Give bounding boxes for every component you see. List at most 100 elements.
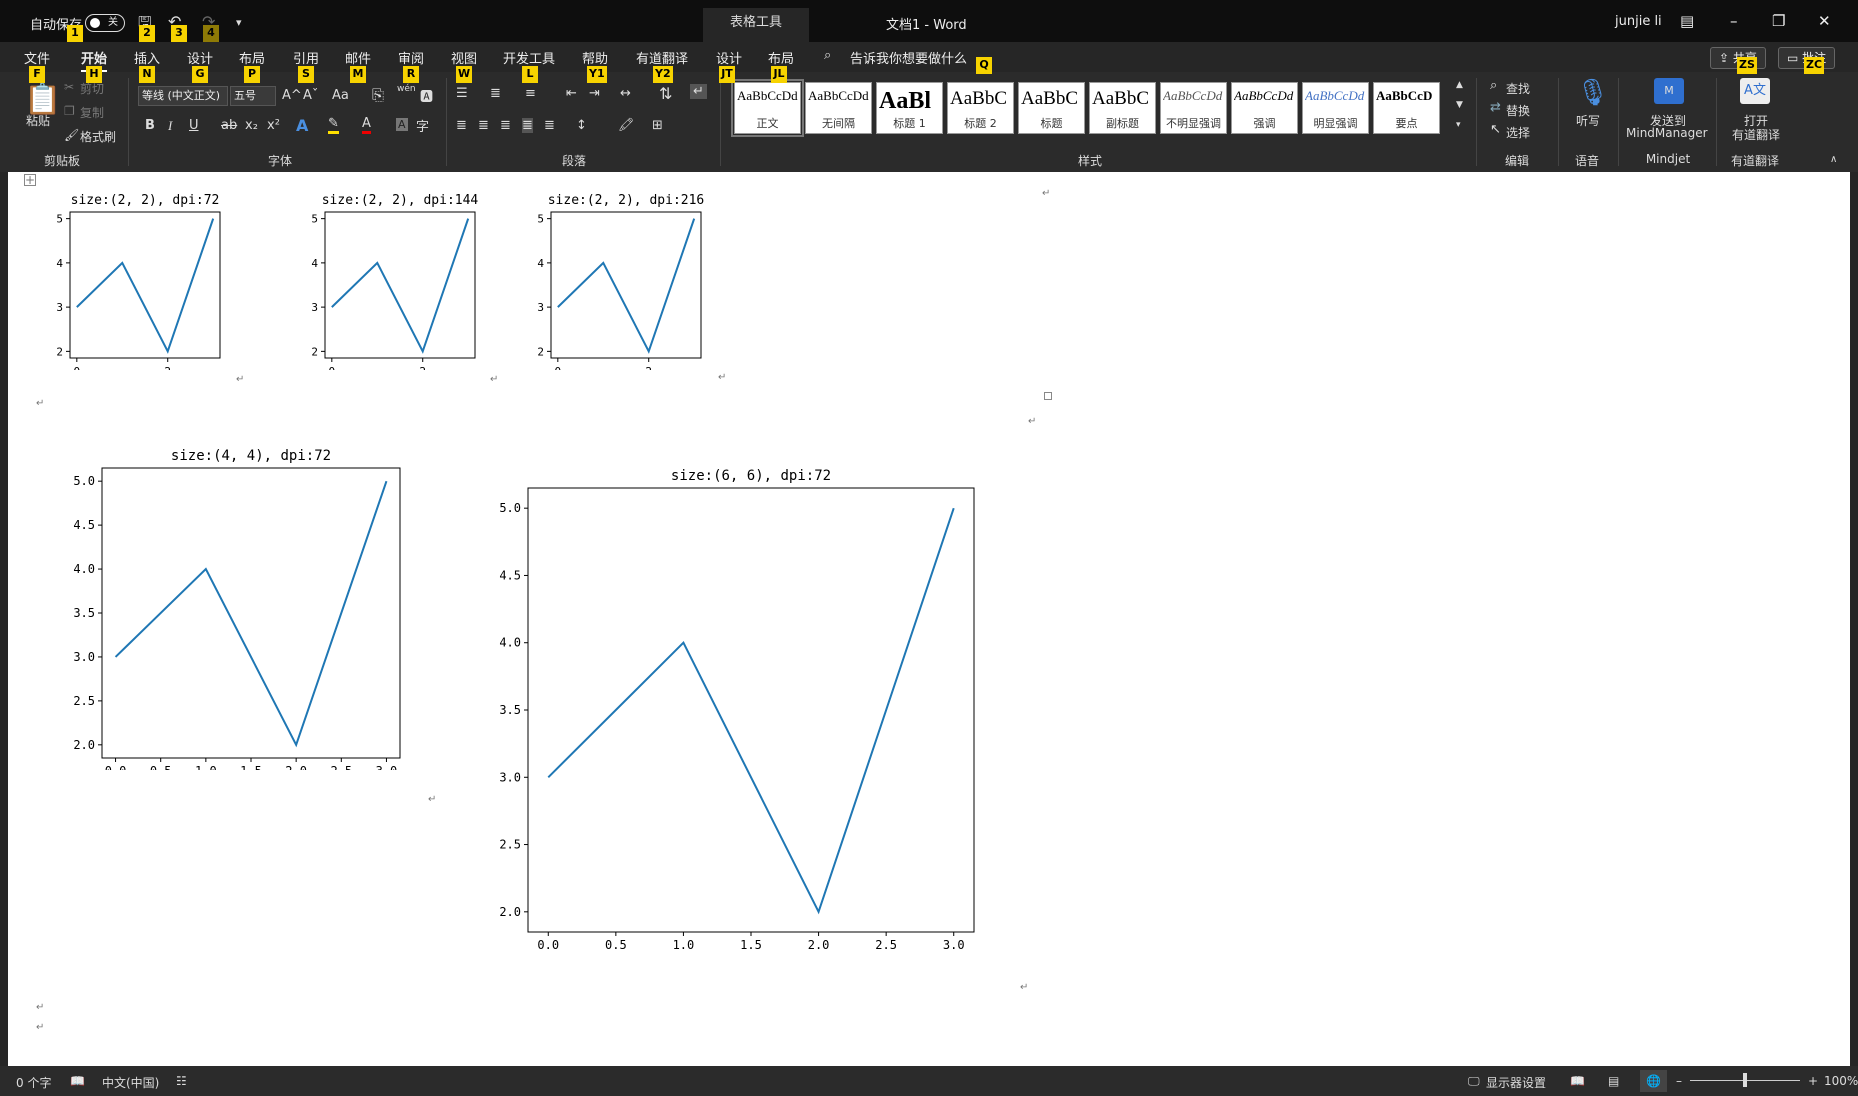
tab-developer[interactable]: 开发工具 [503, 48, 555, 67]
bullets-icon[interactable]: ☰ [456, 86, 468, 101]
copy-button[interactable]: 复制 [80, 104, 104, 121]
align-left-icon[interactable]: ≣ [456, 118, 467, 133]
subscript-icon[interactable]: x₂ [245, 118, 258, 133]
document-canvas[interactable]: + ↵ ↵ ↵ ↵ ↵ ↵ ↵ ↵ ↵ ↵ size:(2, 2), dpi:7… [8, 172, 1850, 1066]
close-icon[interactable]: ✕ [1818, 12, 1831, 30]
sort-icon[interactable]: ⇅ [659, 84, 672, 103]
tab-design[interactable]: 设计 [187, 48, 213, 67]
phonetic-guide-icon[interactable]: wén [397, 84, 416, 94]
align-right-icon[interactable]: ≣ [500, 118, 511, 133]
style-item[interactable]: AaBbCcDd 正文 [731, 79, 804, 137]
proofing-icon[interactable]: 📖 [70, 1074, 85, 1088]
show-marks-icon[interactable]: ↵ [690, 84, 707, 99]
paste-button[interactable]: 粘贴 [26, 112, 50, 129]
gallery-up-icon[interactable]: ▲ [1456, 80, 1463, 90]
gallery-more-icon[interactable]: ▾ [1456, 120, 1461, 130]
clear-format-icon[interactable]: ⎘ [372, 86, 384, 104]
font-size-select[interactable]: 五号 [230, 86, 276, 106]
style-item[interactable]: AaBbCcD 要点 [1373, 82, 1440, 134]
tab-youdao[interactable]: 有道翻译 [636, 48, 688, 67]
zoom-level[interactable]: 100% [1824, 1074, 1858, 1088]
table-resize-handle[interactable] [1044, 392, 1052, 400]
zoom-out-icon[interactable]: – [1676, 1074, 1682, 1088]
accessibility-icon[interactable]: ☷ [176, 1074, 187, 1088]
tab-table-layout[interactable]: 布局 [768, 48, 794, 67]
style-item[interactable]: AaBl 标题 1 [876, 82, 943, 134]
tab-home[interactable]: 开始 [81, 48, 108, 73]
superscript-icon[interactable]: x² [267, 118, 280, 133]
font-family-select[interactable]: 等线 (中文正文) [138, 86, 228, 106]
tab-file[interactable]: 文件 [24, 48, 50, 67]
chart-size-4-dpi-72[interactable]: size:(4, 4), dpi:72 0.0 0.5 1.0 1.5 2.0 2.5 3.0… [48, 438, 408, 770]
read-mode-icon[interactable]: 📖 [1570, 1074, 1585, 1088]
enclose-char-icon[interactable]: 字 [416, 116, 429, 135]
char-border-icon[interactable]: 🅰 [420, 86, 433, 105]
cut-icon[interactable]: ✂ [64, 80, 74, 94]
display-settings-button[interactable]: 显示器设置 [1486, 1074, 1546, 1091]
chart-size-6-dpi-72[interactable]: size:(6, 6), dpi:72 0.0 0.5 1.0 1.5 2.0 2.5 3.0… [474, 458, 994, 958]
table-move-handle-icon[interactable]: + [24, 174, 37, 186]
tell-me-box[interactable]: 告诉我你想要做什么 [850, 48, 967, 67]
tab-table-design[interactable]: 设计 [716, 48, 742, 67]
collapse-ribbon-icon[interactable]: ∧ [1830, 154, 1837, 165]
tab-review[interactable]: 审阅 [398, 48, 424, 67]
format-painter-button[interactable]: 格式刷 [80, 128, 116, 145]
zoom-slider-thumb[interactable] [1743, 1073, 1747, 1087]
shrink-font-icon[interactable]: Aˇ [303, 88, 318, 103]
font-color-icon[interactable]: A [362, 116, 371, 134]
highlight-icon[interactable]: ✎ [328, 116, 339, 134]
borders-icon[interactable]: ⊞ [652, 118, 663, 133]
minimize-icon[interactable]: – [1730, 12, 1738, 30]
distributed-icon[interactable]: ≣ [544, 118, 555, 133]
italic-icon[interactable]: I [168, 118, 172, 134]
justify-icon[interactable]: ≣ [522, 118, 533, 133]
display-settings-icon[interactable]: 🖵 [1468, 1074, 1480, 1089]
microphone-icon[interactable]: 🎙 [1576, 78, 1609, 108]
gallery-down-icon[interactable]: ▼ [1456, 100, 1463, 110]
numbering-icon[interactable]: ≣ [490, 86, 501, 101]
select-button[interactable]: 选择 [1506, 124, 1530, 141]
style-item[interactable]: AaBbCcDd 不明显强调 [1160, 82, 1227, 134]
autosave-toggle[interactable]: 关 [85, 14, 125, 32]
restore-icon[interactable]: ❐ [1772, 12, 1785, 30]
tab-view[interactable]: 视图 [451, 48, 477, 67]
tab-references[interactable]: 引用 [293, 48, 319, 67]
print-layout-icon[interactable]: ▤ [1608, 1074, 1619, 1088]
line-spacing-icon[interactable]: ↕ [576, 118, 587, 133]
bold-icon[interactable]: B [145, 118, 155, 133]
multilevel-list-icon[interactable]: ≡ [525, 86, 536, 101]
char-shading-icon[interactable]: A [396, 118, 408, 131]
style-item[interactable]: AaBbC 标题 [1018, 82, 1085, 134]
youdao-translate-icon[interactable]: A文 [1740, 78, 1770, 104]
mindmanager-label[interactable]: MindManager [1626, 126, 1708, 140]
align-center-icon[interactable]: ≣ [478, 118, 489, 133]
increase-indent-icon[interactable]: ⇥ [589, 86, 600, 101]
grow-font-icon[interactable]: A^ [282, 88, 302, 103]
word-count[interactable]: 0 个字 [16, 1074, 51, 1091]
copy-icon[interactable]: ❐ [64, 104, 75, 118]
ribbon-display-icon[interactable]: ▤ [1680, 12, 1694, 30]
chart-size-2-dpi-144[interactable]: size:(2, 2), dpi:144 0 2 2 3 4 5 [303, 188, 483, 370]
customize-icon[interactable]: ▾ [236, 16, 242, 29]
language-status[interactable]: 中文(中国) [102, 1074, 159, 1091]
find-button[interactable]: 查找 [1506, 80, 1530, 97]
tab-mailings[interactable]: 邮件 [345, 48, 371, 67]
chinese-layout-icon[interactable]: ↔ [620, 86, 631, 101]
replace-button[interactable]: 替换 [1506, 102, 1530, 119]
chart-size-2-dpi-216[interactable]: size:(2, 2), dpi:216 0 2 2 3 4 5 [529, 188, 709, 370]
decrease-indent-icon[interactable]: ⇤ [566, 86, 577, 101]
mindmanager-icon[interactable]: M [1654, 78, 1684, 104]
strikethrough-icon[interactable]: ab [221, 118, 237, 133]
select-icon[interactable]: ↖ [1490, 122, 1501, 137]
chart-size-2-dpi-72[interactable]: size:(2, 2), dpi:72 0 2 2 3 4 5 [48, 188, 228, 370]
youdao-translate-label[interactable]: 有道翻译 [1732, 126, 1780, 143]
tab-help[interactable]: 帮助 [582, 48, 608, 67]
underline-icon[interactable]: U [189, 118, 199, 133]
tab-layout[interactable]: 布局 [239, 48, 265, 67]
user-name[interactable]: junjie li [1615, 14, 1662, 29]
zoom-in-icon[interactable]: + [1808, 1074, 1818, 1088]
find-icon[interactable]: ⌕ [1490, 78, 1497, 93]
tab-insert[interactable]: 插入 [134, 48, 160, 67]
style-item[interactable]: AaBbC 标题 2 [947, 82, 1014, 134]
style-item[interactable]: AaBbC 副标题 [1089, 82, 1156, 134]
